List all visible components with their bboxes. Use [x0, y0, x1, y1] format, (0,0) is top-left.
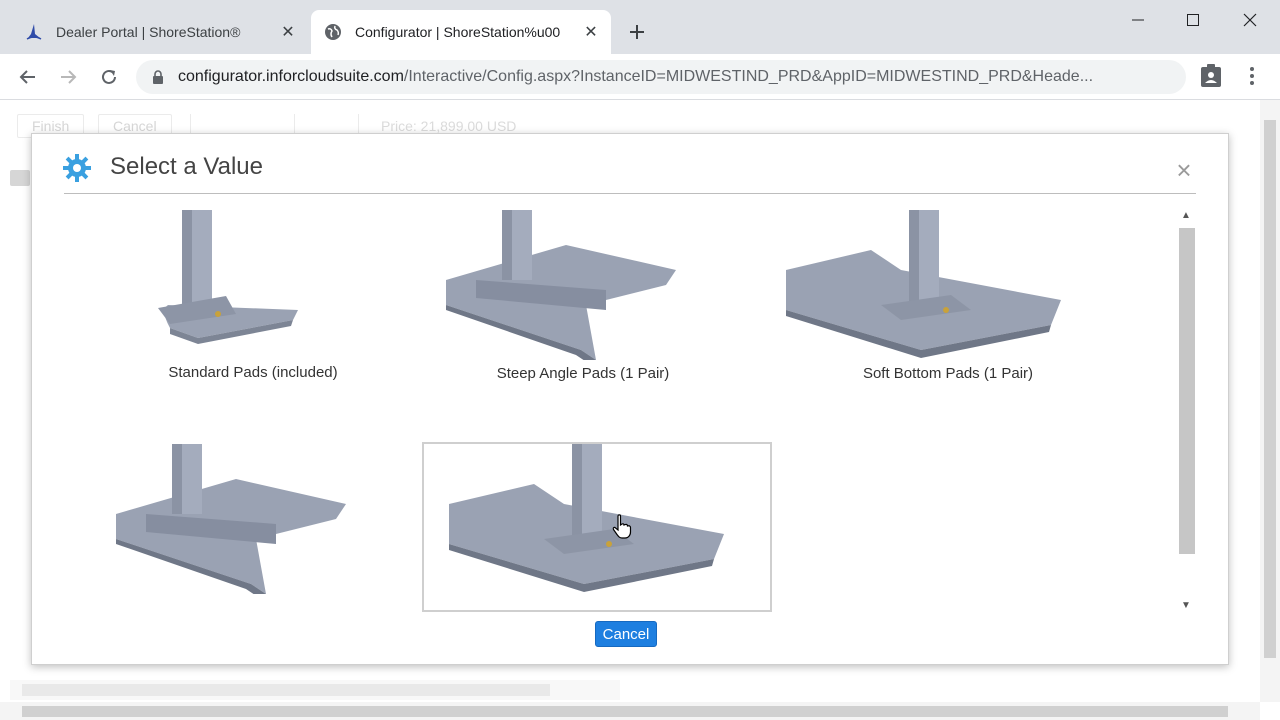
browser-toolbar: configurator.inforcloudsuite.com/Interac… [0, 54, 1280, 100]
forward-icon[interactable] [54, 63, 82, 91]
pad-product-image[interactable] [78, 210, 428, 360]
reload-icon[interactable] [95, 63, 123, 91]
url-path: /Interactive/Config.aspx?InstanceID=MIDW… [403, 68, 1094, 85]
close-icon[interactable]: × [1174, 157, 1194, 183]
pad-product-image[interactable] [773, 210, 1123, 360]
shorestation-logo-icon [24, 22, 44, 42]
gear-icon [62, 153, 92, 183]
pad-product-image[interactable] [408, 210, 758, 360]
tab-title: Configurator | ShoreStation%u00 [355, 24, 561, 40]
option-grid: Standard Pads (included) Steep Angle Pad… [78, 210, 1198, 618]
close-window-icon[interactable] [1222, 0, 1278, 40]
globe-icon [323, 22, 343, 42]
close-tab-icon[interactable]: ✕ [579, 20, 603, 44]
browser-tab-strip: Dealer Portal | ShoreStation® ✕ Configur… [0, 0, 1280, 54]
dialog-cancel-button[interactable]: Cancel [595, 621, 657, 647]
tab-configurator[interactable]: Configurator | ShoreStation%u00 ✕ [311, 10, 611, 54]
extension-badge-icon[interactable] [1200, 64, 1224, 88]
option-list-scrollbar[interactable]: ▲ ▼ [1177, 208, 1195, 618]
option-tile[interactable]: Soft Bottom Pads (1 Pair) [773, 210, 1123, 382]
option-label: Soft Bottom Pads (1 Pair) [862, 365, 1034, 382]
option-label: Steep Angle Pads (1 Pair) [496, 365, 670, 382]
dialog-title: Select a Value [110, 153, 263, 180]
tab-dealer-portal[interactable]: Dealer Portal | ShoreStation® ✕ [12, 10, 308, 54]
option-tile[interactable]: Standard Pads (included) [78, 210, 428, 381]
pad-product-image[interactable] [424, 444, 774, 594]
option-tile[interactable] [422, 442, 772, 612]
close-tab-icon[interactable]: ✕ [276, 20, 300, 44]
address-bar[interactable]: configurator.inforcloudsuite.com/Interac… [136, 60, 1186, 94]
select-value-dialog: Select a Value × Standard Pads (included… [31, 133, 1229, 665]
back-icon[interactable] [14, 63, 42, 91]
scroll-down-icon[interactable]: ▼ [1181, 600, 1191, 611]
option-tile[interactable] [78, 444, 428, 614]
scrollbar-thumb[interactable] [1179, 228, 1195, 554]
option-label: Standard Pads (included) [168, 364, 338, 381]
scroll-up-icon[interactable]: ▲ [1181, 210, 1191, 221]
minimize-icon[interactable] [1110, 0, 1166, 40]
url-host: configurator.inforcloudsuite.com [178, 68, 404, 85]
lock-icon [152, 70, 164, 84]
option-tile[interactable]: Steep Angle Pads (1 Pair) [408, 210, 758, 382]
kebab-menu-icon[interactable] [1244, 64, 1260, 88]
tab-title: Dealer Portal | ShoreStation® [56, 24, 241, 40]
hand-cursor-icon [612, 514, 632, 540]
pad-product-image[interactable] [78, 444, 428, 594]
new-tab-icon[interactable] [624, 18, 650, 46]
maximize-icon[interactable] [1165, 0, 1221, 40]
